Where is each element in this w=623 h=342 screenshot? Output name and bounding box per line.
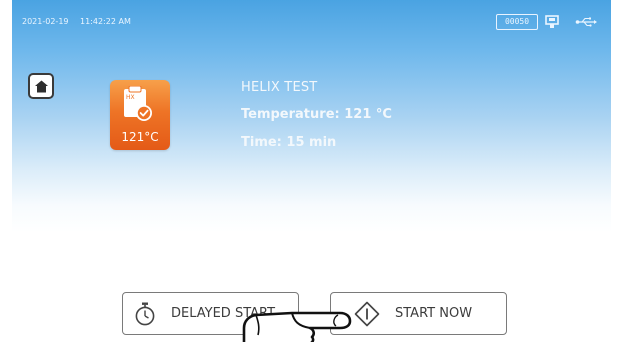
printer-icon xyxy=(545,15,559,28)
usb-icon xyxy=(575,17,597,27)
status-date: 2021-02-19 xyxy=(22,17,69,26)
delayed-start-label: DELAYED START xyxy=(171,306,276,321)
screen-bezel-right xyxy=(611,0,623,342)
screen-bezel-left xyxy=(0,0,12,342)
home-icon xyxy=(35,80,48,93)
stopwatch-icon xyxy=(135,302,155,326)
program-info: HELIX TEST Temperature: 121 °C Time: 15 … xyxy=(241,80,392,163)
program-detail-view: 2021-02-19 11:42:22 AM 00050 HX 121°C HE… xyxy=(12,0,611,342)
program-name: HELIX TEST xyxy=(241,80,318,95)
temperature-value: Temperature: 121 °C xyxy=(241,107,392,122)
delayed-start-button[interactable]: DELAYED START xyxy=(122,292,299,335)
start-now-label: START NOW xyxy=(395,306,473,321)
home-button[interactable] xyxy=(28,73,54,99)
start-now-button[interactable]: START NOW xyxy=(330,292,507,335)
sterilizer-screen: 2021-02-19 11:42:22 AM 00050 HX 121°C HE… xyxy=(0,0,623,342)
status-bar: 2021-02-19 11:42:22 AM 00050 xyxy=(12,14,611,30)
program-tile-helix: HX 121°C xyxy=(110,80,170,150)
time-value: Time: 15 min xyxy=(241,135,337,150)
tile-code: HX xyxy=(126,94,135,101)
tile-temperature: 121°C xyxy=(121,130,159,144)
clipboard-check-icon xyxy=(124,86,152,121)
status-time: 11:42:22 AM xyxy=(80,17,131,26)
cycle-counter: 00050 xyxy=(496,14,538,30)
start-diamond-icon xyxy=(354,301,380,327)
